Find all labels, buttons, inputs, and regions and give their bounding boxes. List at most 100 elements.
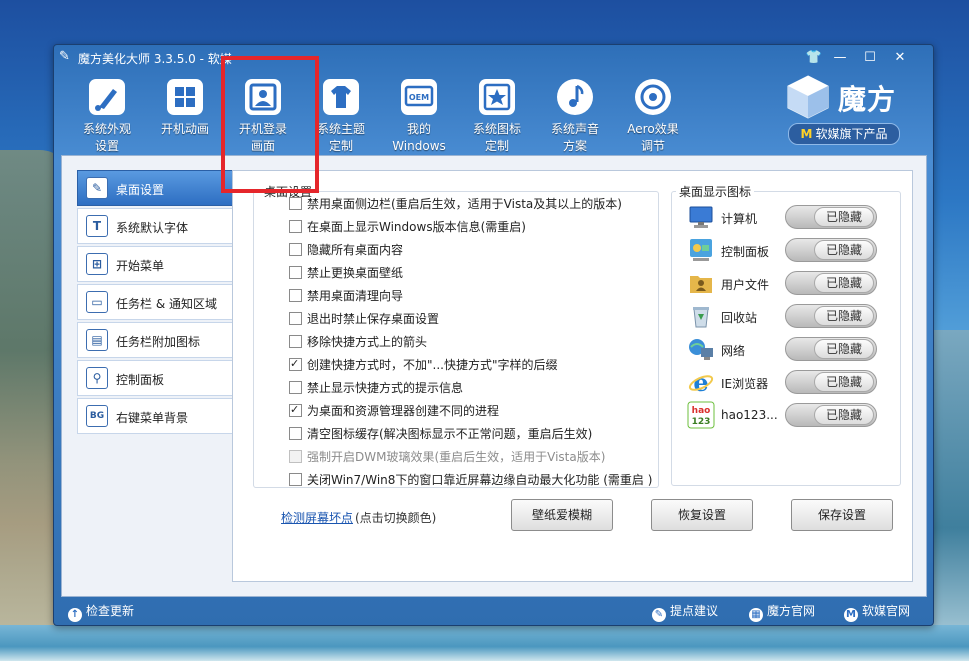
sidebar-item-control-panel[interactable]: ⚲ 控制面板 (77, 360, 233, 396)
tool-boot-animation[interactable]: 开机动画 (146, 73, 224, 155)
ruanmei-site-link[interactable]: M 软媒官网 (844, 602, 910, 622)
option-disable-aero-snap[interactable]: 关闭Win7/Win8下的窗口靠近屏幕边缘自动最大化功能 (需重启 ) (289, 471, 652, 489)
toggle-hao123[interactable]: 已隐藏 (785, 403, 877, 427)
option-separate-process[interactable]: 为桌面和资源管理器创建不同的进程 (289, 401, 499, 420)
user-folder-icon (690, 276, 712, 293)
bg-icon: BG (86, 405, 108, 427)
desktop-icon-row-control-panel: 控制面板 已隐藏 (687, 236, 887, 266)
desktop-icons-title: 桌面显示图标 (676, 183, 755, 200)
option-disable-cleanup[interactable]: 禁用桌面清理向导 (289, 287, 403, 305)
toggle-recycle-bin[interactable]: 已隐藏 (785, 304, 877, 328)
checkbox[interactable] (289, 312, 302, 325)
checkbox[interactable] (289, 289, 302, 302)
ie-icon: e (688, 368, 714, 396)
brand-logo: 魔方 M 软媒旗下产品 (784, 73, 924, 153)
tool-appearance[interactable]: 系统外观 设置 (68, 73, 146, 155)
tool-my-windows[interactable]: OEM 我的 Windows (380, 73, 458, 155)
tool-aero[interactable]: Aero效果 调节 (614, 73, 692, 155)
option-remove-arrow[interactable]: 移除快捷方式上的箭头 (289, 333, 427, 351)
m-logo-icon: M (844, 608, 858, 622)
save-settings-button[interactable]: 保存设置 (791, 499, 893, 531)
desktop-icon-row-ie: e IE浏览器 已隐藏 (687, 368, 887, 398)
checkbox[interactable] (289, 427, 302, 440)
option-clear-icon-cache[interactable]: 清空图标缓存(解决图标显示不正常问题，重启后生效) (289, 425, 592, 443)
toggle-user-files[interactable]: 已隐藏 (785, 271, 877, 295)
main-toolbar: 系统外观 设置 开机动画 开机登录 画面 系统主题 定制 OEM 我的 Wind… (68, 73, 708, 155)
sidebar-item-font[interactable]: T 系统默认字体 (77, 208, 233, 244)
option-hide-desktop[interactable]: 隐藏所有桌面内容 (289, 241, 403, 259)
taskbar-addon-icon: ▤ (86, 329, 108, 351)
oem-icon: OEM (401, 79, 437, 115)
option-disable-sidebar[interactable]: 禁用桌面侧边栏(重启后生效，适用于Vista及其以上的版本) (289, 195, 622, 213)
option-no-shortcut-suffix[interactable]: 创建快捷方式时，不加"...快捷方式"字样的后缀 (289, 355, 557, 374)
tool-system-icons[interactable]: 系统图标 定制 (458, 73, 536, 155)
sidebar-item-taskbar-addons[interactable]: ▤ 任务栏附加图标 (77, 322, 233, 358)
close-icon[interactable]: ✕ (890, 50, 910, 66)
checkbox[interactable] (289, 243, 302, 256)
option-no-save-settings[interactable]: 退出时禁止保存桌面设置 (289, 310, 439, 328)
cube-logo-icon (787, 75, 829, 119)
checkbox[interactable] (289, 266, 302, 279)
restore-settings-button[interactable]: 恢复设置 (651, 499, 753, 531)
check-dead-pixels-link[interactable]: 检测屏幕坏点 (281, 509, 353, 526)
checkbox[interactable] (289, 355, 302, 373)
desktop-icon-row-network: 网络 已隐藏 (687, 335, 887, 365)
footer-bar: ↑ 检查更新 ✎ 提点建议 ▦ 魔方官网 M 软媒官网 (54, 597, 933, 623)
option-show-version[interactable]: 在桌面上显示Windows版本信息(需重启) (289, 218, 526, 236)
desktop-icon-row-user-files: 用户文件 已隐藏 (687, 269, 887, 299)
star-icon (479, 79, 515, 115)
checkbox[interactable] (289, 335, 302, 348)
feedback-link[interactable]: ✎ 提点建议 (652, 602, 718, 622)
pen-icon: ✎ (652, 608, 666, 622)
wallpaper-sea (0, 625, 969, 661)
title-bar[interactable]: ✎ 魔方美化大师 3.3.5.0 - 软媒 👕 — ☐ ✕ (54, 45, 933, 71)
toggle-ie[interactable]: 已隐藏 (785, 370, 877, 394)
maximize-icon[interactable]: ☐ (860, 50, 880, 66)
brand-badge[interactable]: M 软媒旗下产品 (788, 123, 900, 145)
control-panel-icon: ⚲ (86, 367, 108, 389)
taskbar-icon: ▭ (86, 291, 108, 313)
paint-brush-icon (89, 79, 125, 115)
tool-system-sounds[interactable]: 系统声音 方案 (536, 73, 614, 155)
up-arrow-icon: ↑ (68, 608, 82, 622)
sidebar-item-start-menu[interactable]: ⊞ 开始菜单 (77, 246, 233, 282)
svg-text:hao: hao (692, 406, 711, 416)
app-logo-icon: ✎ (59, 49, 70, 64)
option-force-dwm: 强制开启DWM玻璃效果(重启后生效，适用于Vista版本) (289, 448, 605, 466)
checkbox (289, 450, 302, 463)
recycle-bin-icon (693, 307, 709, 328)
checkbox[interactable] (289, 381, 302, 394)
sidebar-item-desktop[interactable]: ✎ 桌面设置 (77, 170, 241, 206)
music-note-icon (557, 79, 593, 115)
toggle-network[interactable]: 已隐藏 (785, 337, 877, 361)
wallpaper-blur-button[interactable]: 壁纸爱模糊 (511, 499, 613, 531)
skin-icon[interactable]: 👕 (804, 50, 824, 66)
toggle-control-panel[interactable]: 已隐藏 (785, 238, 877, 262)
minimize-icon[interactable]: — (830, 50, 850, 66)
tshirt-icon (323, 79, 359, 115)
app-window: ✎ 魔方美化大师 3.3.5.0 - 软媒 👕 — ☐ ✕ 系统外观 设置 开机… (53, 44, 934, 626)
check-update-link[interactable]: ↑ 检查更新 (68, 602, 134, 622)
link-note: (点击切换颜色) (355, 511, 437, 525)
start-menu-icon: ⊞ (86, 253, 108, 275)
checkbox[interactable] (289, 401, 302, 419)
toggle-computer[interactable]: 已隐藏 (785, 205, 877, 229)
option-hide-tooltip[interactable]: 禁止显示快捷方式的提示信息 (289, 379, 463, 397)
window-title: 魔方美化大师 3.3.5.0 - 软媒 (78, 52, 232, 66)
control-panel-icon (690, 239, 712, 261)
checkbox[interactable] (289, 220, 302, 233)
aero-circle-icon (635, 79, 671, 115)
main-panel: ✎ 桌面设置 T 系统默认字体 ⊞ 开始菜单 ▭ 任务栏 & 通知区域 ▤ 任务… (61, 155, 927, 597)
checkbox[interactable] (289, 473, 302, 486)
sidebar-item-context-menu-bg[interactable]: BG 右键菜单背景 (77, 398, 233, 434)
wallpaper-rock (929, 330, 969, 660)
brand-name: 魔方 (838, 83, 897, 116)
font-icon: T (86, 215, 108, 237)
windows-logo-icon (167, 79, 203, 115)
mofang-site-link[interactable]: ▦ 魔方官网 (749, 602, 815, 622)
content-area: 桌面设置 禁用桌面侧边栏(重启后生效，适用于Vista及其以上的版本) 在桌面上… (232, 170, 913, 582)
sidebar: ✎ 桌面设置 T 系统默认字体 ⊞ 开始菜单 ▭ 任务栏 & 通知区域 ▤ 任务… (77, 170, 241, 436)
sidebar-item-taskbar[interactable]: ▭ 任务栏 & 通知区域 (77, 284, 233, 320)
checkbox[interactable] (289, 197, 302, 210)
option-lock-wallpaper[interactable]: 禁止更换桌面壁纸 (289, 264, 403, 282)
